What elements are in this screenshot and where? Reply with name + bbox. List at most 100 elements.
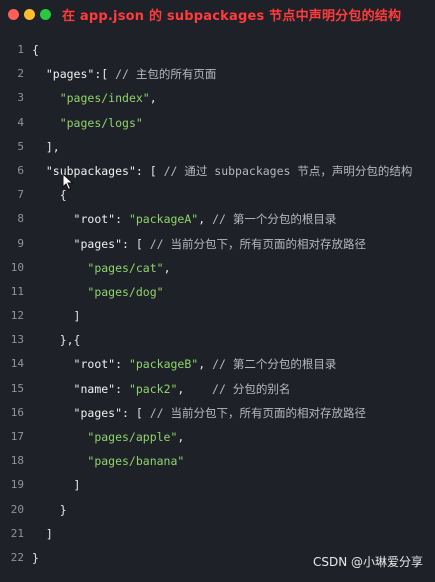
code-line: 20 } (0, 498, 435, 522)
watermark: CSDN @小琳爱分享 (312, 555, 423, 569)
line-number: 9 (17, 236, 24, 250)
line-content: "root": "packageB", // 第二个分包的根目录 (32, 352, 337, 376)
comment-token: // 第一个分包的根目录 (212, 212, 337, 227)
line-number: 2 (17, 67, 24, 81)
line-content: "pages/cat", (32, 256, 171, 280)
code-line: 8 "root": "packageA", // 第一个分包的根目录 (0, 207, 435, 231)
line-number: 18 (10, 454, 24, 468)
key-token: "root" (73, 357, 116, 372)
code-editor[interactable]: 1{2 "pages":[ // 主包的所有页面 3 "pages/index",… (0, 38, 435, 570)
punctuation-token: , (149, 91, 157, 106)
punctuation-token: :[ (94, 67, 116, 82)
string-token: "pages/index" (59, 91, 150, 106)
punctuation-token (32, 406, 74, 420)
punctuation-token (32, 212, 74, 226)
line-content: "pages/index", (32, 86, 157, 110)
line-content: { (32, 38, 39, 62)
line-content: "pages": [ // 当前分包下，所有页面的相对存放路径 (32, 401, 366, 425)
punctuation-token (32, 454, 87, 468)
code-line: 16 "pages": [ // 当前分包下，所有页面的相对存放路径 (0, 401, 435, 425)
line-number: 22 (10, 550, 24, 564)
punctuation-token: ] (32, 309, 81, 324)
line-number: 12 (10, 309, 24, 323)
line-content: "pages/banana" (32, 449, 184, 473)
line-content: "root": "packageA", // 第一个分包的根目录 (32, 207, 337, 231)
comment-token: // 第二个分包的根目录 (212, 357, 337, 372)
key-token: "pages" (73, 405, 123, 420)
punctuation-token: , (198, 212, 213, 227)
punctuation-token (32, 430, 87, 444)
comment-token: // 当前分包下，所有页面的相对存放路径 (149, 236, 366, 251)
punctuation-token: : (115, 212, 129, 227)
line-number: 1 (17, 43, 24, 56)
line-content: "pages": [ // 当前分包下，所有页面的相对存放路径 (32, 232, 366, 256)
punctuation-token: : [ (135, 163, 164, 178)
string-token: "pages/apple" (87, 430, 178, 444)
line-number: 13 (10, 333, 24, 347)
line-content: "pages/apple", (32, 425, 184, 449)
line-number: 5 (17, 139, 24, 153)
code-line: 12 ] (0, 304, 435, 328)
punctuation-token (32, 164, 46, 178)
key-token: "pages" (45, 67, 95, 82)
code-line: 11 "pages/dog" (0, 280, 435, 304)
maximize-button[interactable] (40, 9, 51, 20)
line-number: 16 (10, 405, 24, 419)
punctuation-token: ] (32, 526, 53, 541)
line-number: 8 (17, 212, 24, 226)
code-line: 19 ] (0, 473, 435, 497)
line-number: 11 (10, 284, 24, 298)
code-line: 18 "pages/banana" (0, 449, 435, 473)
code-line: 3 "pages/index", (0, 86, 435, 110)
close-button[interactable] (8, 9, 19, 20)
line-content: "subpackages": [ // 通过 subpackages 节点，声明… (32, 159, 413, 183)
string-token: "pack2" (128, 381, 178, 396)
punctuation-token (32, 116, 60, 130)
punctuation-token (32, 285, 87, 299)
line-content: "name": "pack2", // 分包的别名 (32, 377, 291, 401)
line-number: 3 (17, 91, 24, 105)
line-number: 21 (10, 526, 24, 540)
line-number: 19 (10, 478, 24, 492)
code-line: 9 "pages": [ // 当前分包下，所有页面的相对存放路径 (0, 232, 435, 256)
punctuation-token: , (198, 357, 213, 372)
line-content: ] (32, 304, 81, 328)
line-content: "pages":[ // 主包的所有页面 (32, 62, 217, 86)
line-content: "pages/logs" (32, 111, 143, 135)
code-line: 13 },{ (0, 328, 435, 352)
key-token: "subpackages" (45, 163, 136, 178)
string-token: "pages/dog" (87, 284, 164, 299)
code-window: 在 app.json 的 subpackages 节点中声明分包的结构 1{2 … (0, 0, 435, 582)
line-content: ] (32, 522, 53, 546)
mouse-pointer-icon (62, 173, 74, 191)
punctuation-token: ] (32, 478, 81, 493)
punctuation-token (32, 261, 87, 275)
line-content: ] (32, 473, 81, 497)
comment-token: // 主包的所有页面 (115, 67, 217, 82)
string-token: "pages/logs" (59, 115, 143, 130)
line-number: 7 (17, 188, 24, 202)
code-line: 4 "pages/logs" (0, 111, 435, 135)
code-line: 14 "root": "packageB", // 第二个分包的根目录 (0, 352, 435, 376)
code-line: 2 "pages":[ // 主包的所有页面 (0, 62, 435, 86)
comment-token: // 分包的别名 (212, 381, 291, 396)
minimize-button[interactable] (24, 9, 35, 20)
line-content: ], (32, 135, 60, 159)
title-bar: 在 app.json 的 subpackages 节点中声明分包的结构 (0, 0, 435, 28)
line-number: 20 (10, 502, 24, 516)
code-line: 1{ (0, 38, 435, 62)
line-content: "pages/dog" (32, 280, 164, 304)
punctuation-token: } (32, 550, 39, 565)
line-number: 4 (17, 115, 24, 129)
string-token: "pages/banana" (87, 454, 185, 469)
line-number: 10 (10, 260, 24, 274)
line-content: } (32, 546, 39, 570)
punctuation-token: , (177, 381, 213, 396)
code-line: 21 ] (0, 522, 435, 546)
punctuation-token: , (163, 260, 171, 275)
punctuation-token: { (32, 43, 39, 57)
line-content: } (32, 498, 67, 522)
line-content: },{ (32, 328, 81, 352)
punctuation-token (32, 67, 46, 81)
code-line: 5 ], (0, 135, 435, 159)
